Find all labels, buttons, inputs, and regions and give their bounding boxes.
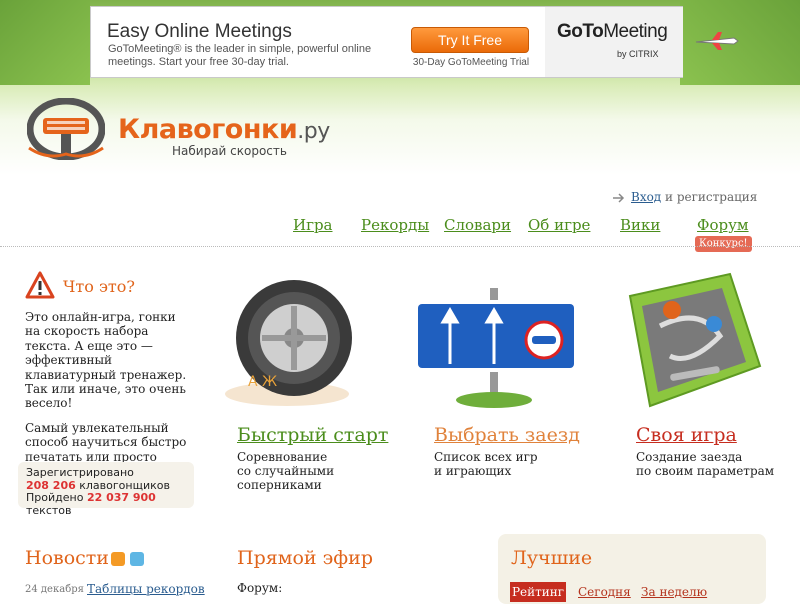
news-title: Новости <box>25 547 109 569</box>
ad-text: GoToMeeting® is the leader in simple, po… <box>108 43 372 68</box>
quick-start-link[interactable]: Быстрый старт <box>237 424 388 446</box>
puzzle-illustration[interactable] <box>610 266 766 416</box>
tire-illustration[interactable]: A Ж <box>212 276 362 411</box>
own-game-desc: Создание заезда по своим параметрам <box>636 450 775 478</box>
ad-trial-caption: 30-Day GoToMeeting Trial <box>412 57 530 68</box>
nav-divider <box>0 246 800 247</box>
tab-today[interactable]: Сегодня <box>578 585 631 599</box>
ad-banner[interactable]: Easy Online Meetings GoToMeeting® is the… <box>90 6 683 78</box>
contest-badge[interactable]: Конкурс! <box>695 236 752 252</box>
live-title: Прямой эфир <box>237 547 373 569</box>
live-forum-label: Форум: <box>237 581 283 595</box>
choose-race-link[interactable]: Выбрать заезд <box>434 424 580 446</box>
own-game-link[interactable]: Своя игра <box>636 424 737 446</box>
nav-item-about[interactable]: Об игре <box>528 216 590 234</box>
login-area: Вход и регистрация <box>613 190 757 204</box>
twitter-icon[interactable] <box>130 552 144 566</box>
header-decoration-left <box>0 0 90 85</box>
nav-item-records[interactable]: Рекорды <box>361 216 429 234</box>
quick-start-desc: Соревнование со случайными соперниками <box>237 450 335 492</box>
stats-box: Зарегистрировано 208 206 клавогонщиков П… <box>18 462 194 516</box>
texts-stat: Пройдено 22 037 900 текстов <box>26 491 156 517</box>
login-link[interactable]: Вход <box>631 190 661 204</box>
about-title: Что это? <box>63 277 135 296</box>
nav-item-wiki[interactable]: Вики <box>620 216 660 234</box>
ad-title: Easy Online Meetings <box>107 21 292 42</box>
site-logo-text[interactable]: Клавогонки.ру <box>118 114 330 145</box>
site-tagline: Набирай скорость <box>172 144 287 158</box>
nav-item-forum[interactable]: Форум <box>697 216 749 234</box>
login-arrow-icon <box>613 192 625 203</box>
svg-text:A Ж: A Ж <box>248 374 277 390</box>
choose-race-desc: Список всех игр и играющих <box>434 450 538 478</box>
gotomeeting-logo: GoToMeeting <box>557 21 668 42</box>
about-paragraph-1: Это онлайн-игра, гонки на скорость набор… <box>25 310 187 411</box>
rss-icon[interactable] <box>111 552 125 566</box>
steering-wheel-logo <box>27 98 105 160</box>
tab-week[interactable]: За неделю <box>641 585 707 599</box>
try-it-free-button[interactable]: Try It Free <box>411 27 529 53</box>
best-title: Лучшие <box>511 547 593 569</box>
ad-brand-panel: GoToMeeting by CITRIX <box>545 7 683 77</box>
warning-icon <box>25 271 55 299</box>
citrix-logo: by CITRIX <box>617 49 659 59</box>
airplane-icon <box>695 32 739 50</box>
road-sign-illustration[interactable] <box>410 288 582 410</box>
nav-item-game[interactable]: Игра <box>293 216 333 234</box>
news-date: 24 декабря <box>25 584 84 595</box>
nav-item-dictionaries[interactable]: Словари <box>444 216 511 234</box>
register-text: и регистрация <box>661 190 758 204</box>
tab-rating[interactable]: Рейтинг <box>510 582 566 602</box>
news-item-link[interactable]: Таблицы рекордов <box>87 582 205 596</box>
